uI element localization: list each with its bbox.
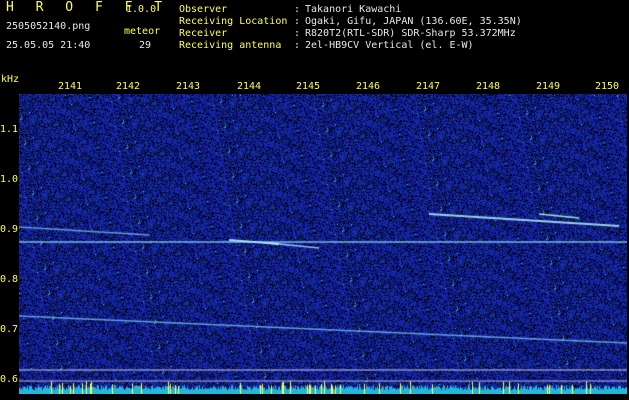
frequency-tick-label: 0.8	[0, 274, 19, 285]
info-colon: :	[294, 40, 301, 51]
minute-tick-label: 2141	[57, 81, 83, 92]
frequency-tick-label: 0.9	[0, 224, 19, 235]
minute-tick-label: 2150	[594, 81, 620, 92]
info-label-antenna: Receiving antenna	[179, 40, 282, 51]
meteor-label: meteor	[124, 26, 161, 37]
info-colon: :	[294, 16, 301, 27]
spectrogram-canvas	[19, 94, 627, 394]
minute-tick-label: 2145	[295, 81, 321, 92]
frequency-tick-label: 1.1	[0, 124, 19, 135]
minute-tick-label: 2143	[175, 81, 201, 92]
info-value-location: Ogaki, Gifu, JAPAN (136.60E, 35.35N)	[305, 16, 522, 27]
info-value-receiver: R820T2(RTL-SDR) SDR-Sharp 53.372MHz	[305, 28, 516, 39]
info-label-receiver: Receiver	[179, 28, 228, 39]
frequency-tick-label: 0.6	[0, 374, 19, 385]
info-colon: :	[294, 4, 301, 15]
info-value-observer: Takanori Kawachi	[305, 4, 402, 15]
info-label-location: Receiving Location	[179, 16, 288, 27]
frequency-axis: 1.1 1.0 0.9 0.8 0.7 0.6	[0, 94, 19, 400]
minute-tick-label: 2142	[115, 81, 141, 92]
minute-tick-label: 2149	[535, 81, 561, 92]
frequency-tick-label: 0.7	[0, 324, 19, 335]
app-version: 1.0.0	[126, 4, 157, 15]
info-value-antenna: 2el-HB9CV Vertical (el. E-W)	[305, 40, 474, 51]
info-colon: :	[294, 28, 301, 39]
image-filename: 2505052140.png	[6, 21, 91, 32]
minute-tick-label: 2144	[236, 81, 262, 92]
frequency-tick-label: 1.0	[0, 174, 19, 185]
info-label-observer: Observer	[179, 4, 228, 15]
minute-axis: 2141 2142 2143 2144 2145 2146 2147 2148 …	[0, 79, 629, 93]
observation-datetime: 25.05.05 21:40	[6, 40, 91, 51]
meteor-count: 29	[139, 40, 152, 51]
minute-tick-label: 2146	[355, 81, 381, 92]
minute-tick-label: 2147	[415, 81, 441, 92]
minute-tick-label: 2148	[475, 81, 501, 92]
